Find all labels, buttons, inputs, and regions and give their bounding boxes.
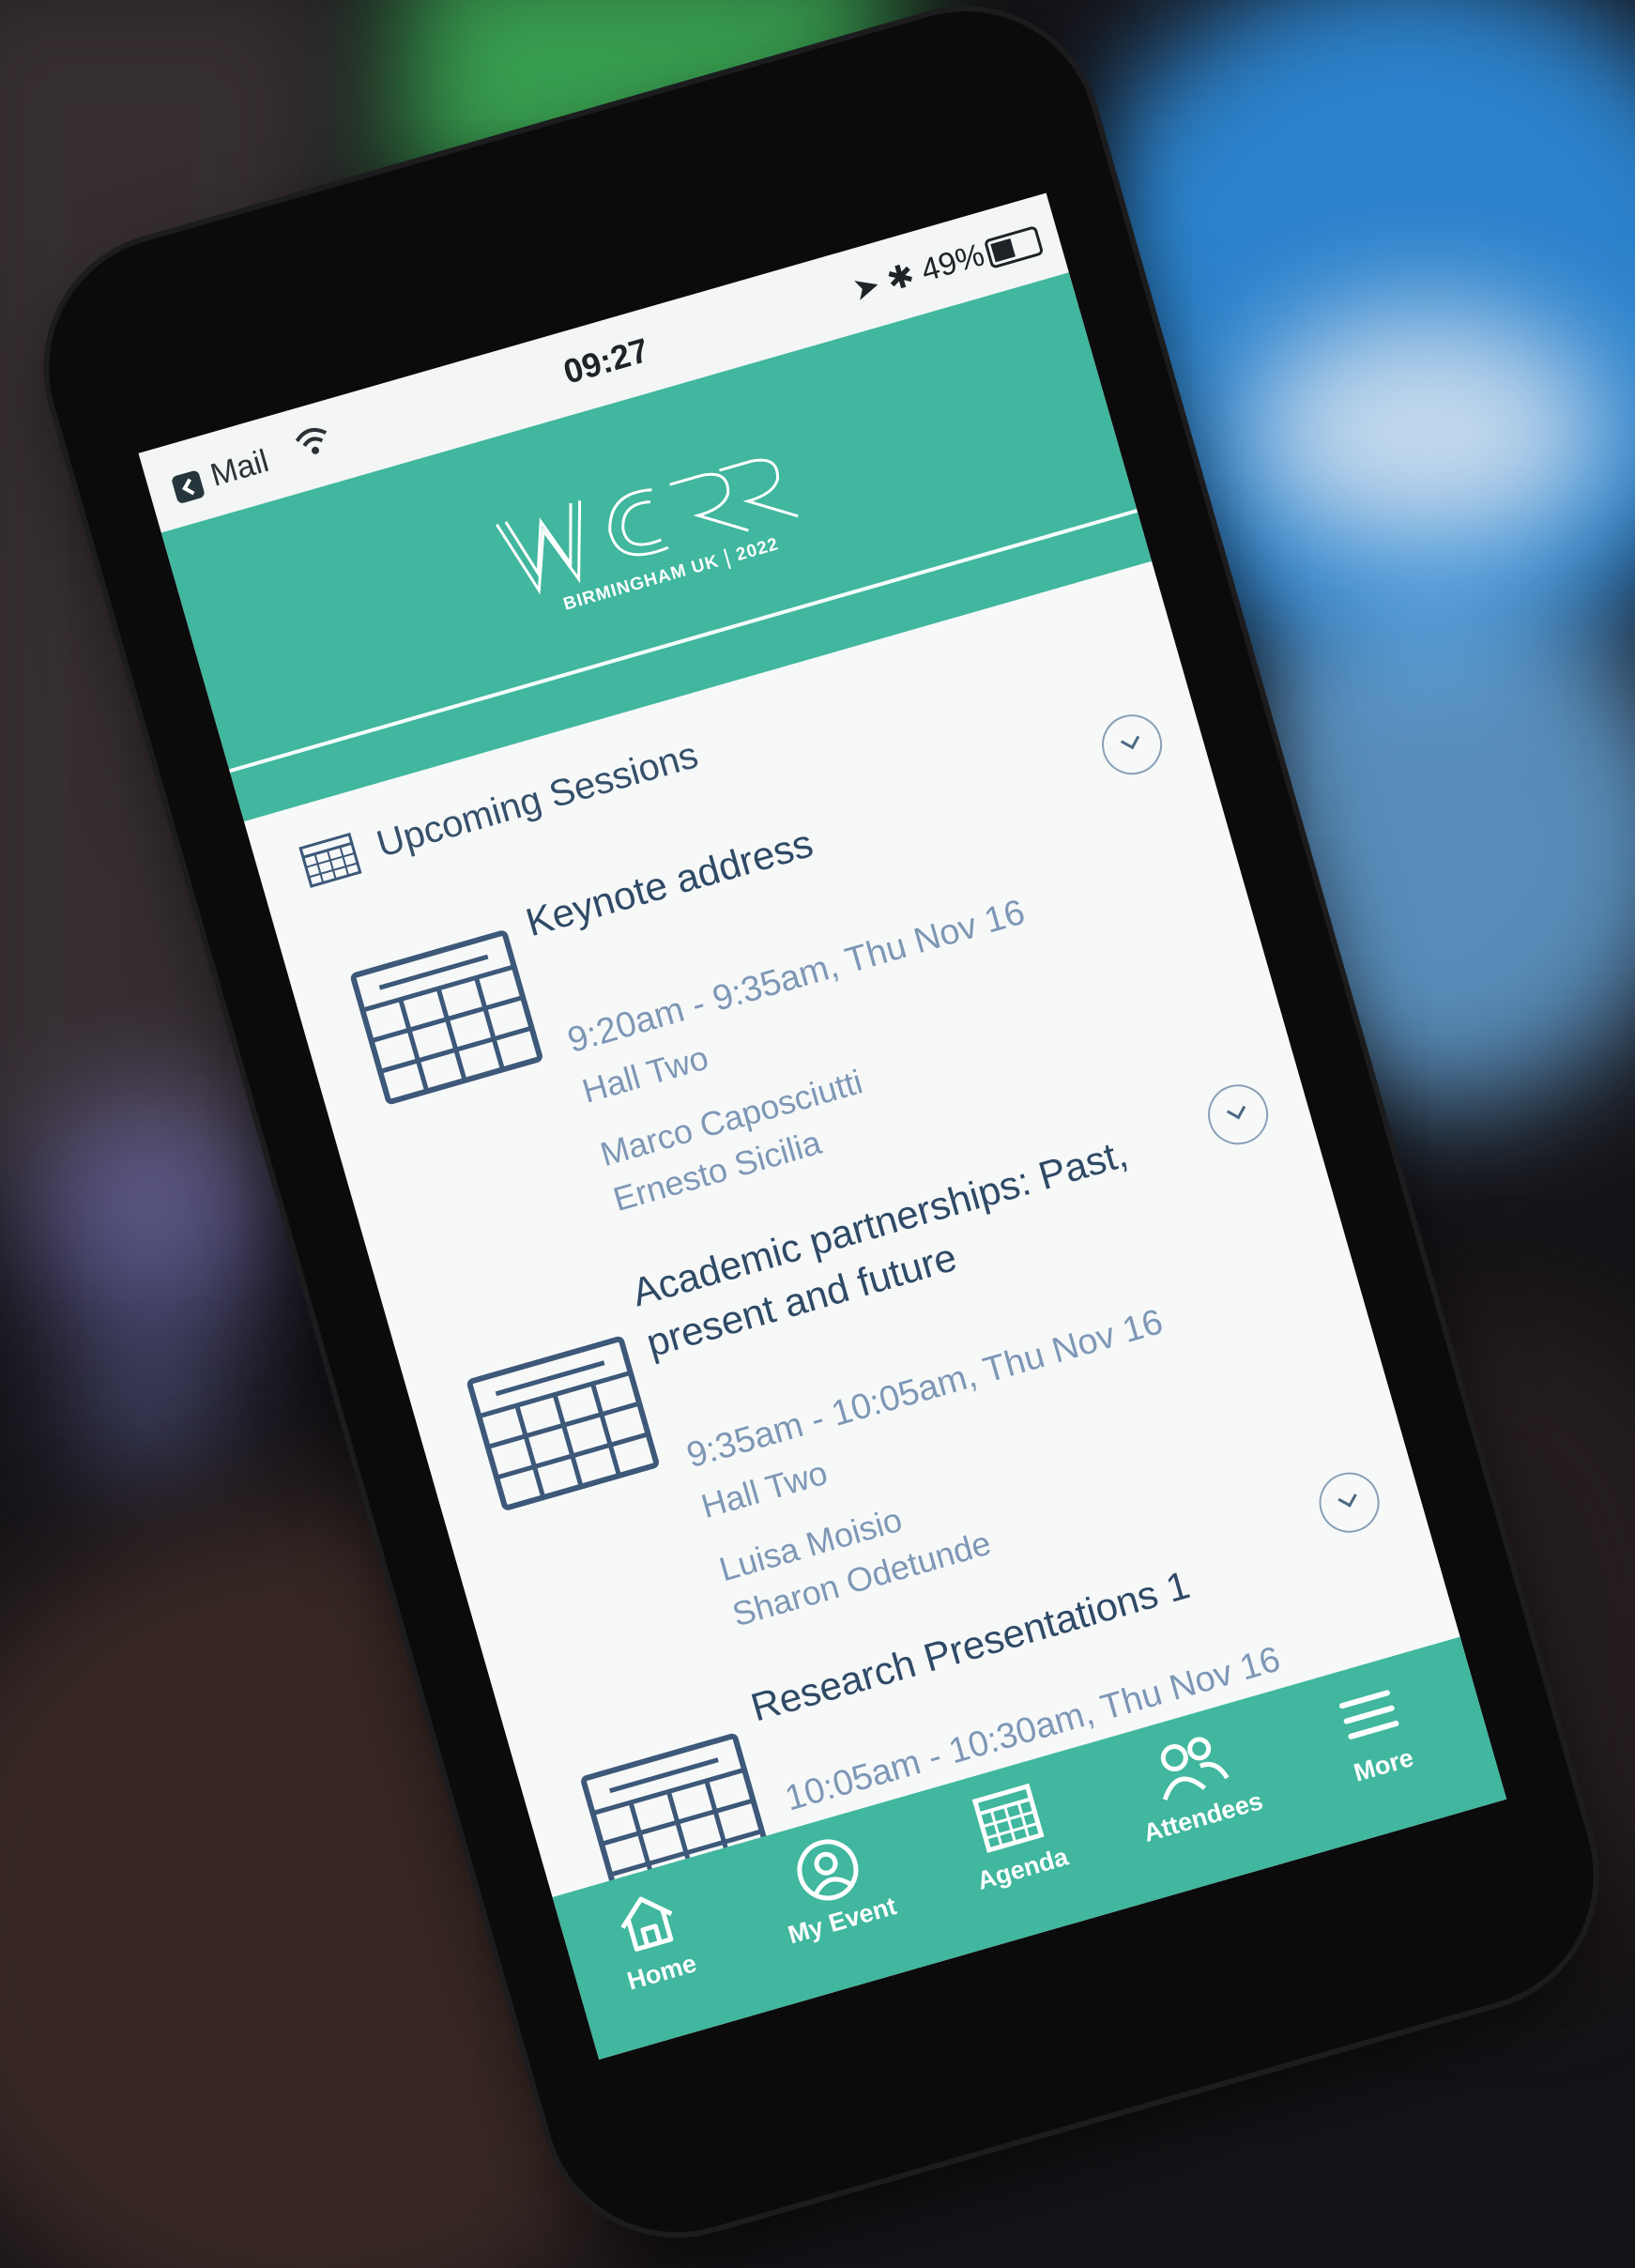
chevron-down-icon[interactable] — [1312, 1465, 1387, 1540]
tab-home[interactable]: Home — [566, 1869, 749, 2046]
tab-attendees[interactable]: Attendees — [1108, 1714, 1291, 1891]
calendar-icon — [971, 1783, 1045, 1853]
smartphone: Mail 09:27 ➤ ✱ 49% BIRMINGHAM UK2022 Upc… — [18, 0, 1625, 2263]
people-icon — [1160, 1737, 1230, 1801]
clock-time: 09:27 — [558, 329, 653, 391]
calendar-icon — [350, 930, 542, 1105]
user-circle-icon — [797, 1839, 859, 1901]
back-arrow-icon[interactable] — [170, 469, 206, 505]
battery-icon — [983, 224, 1045, 269]
status-icons: ➤ ✱ 49% — [848, 236, 988, 309]
chevron-down-icon[interactable] — [1094, 707, 1169, 782]
calendar-icon — [298, 832, 362, 888]
chevron-down-icon[interactable] — [1200, 1077, 1276, 1152]
tab-more[interactable]: More — [1288, 1663, 1471, 1839]
tab-agenda[interactable]: Agenda — [927, 1766, 1110, 1942]
bluetooth-icon: ✱ — [882, 256, 919, 299]
wifi-icon — [290, 421, 337, 469]
tab-my-event[interactable]: My Event — [746, 1817, 929, 1994]
calendar-icon — [466, 1336, 659, 1510]
home-icon — [620, 1896, 674, 1952]
menu-icon — [1338, 1690, 1399, 1739]
back-to-app-label[interactable]: Mail — [206, 443, 273, 495]
location-icon: ➤ — [848, 267, 885, 309]
battery-percent: 49% — [917, 237, 989, 289]
app-screen: Mail 09:27 ➤ ✱ 49% BIRMINGHAM UK2022 Upc… — [138, 192, 1507, 2060]
